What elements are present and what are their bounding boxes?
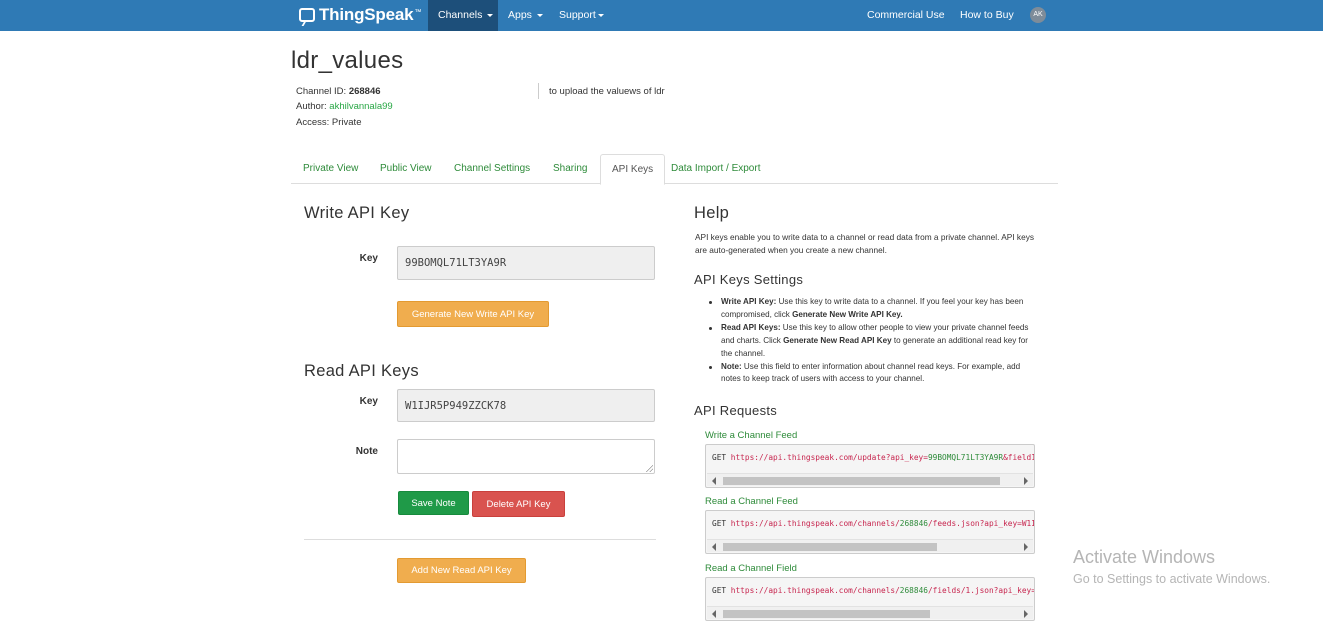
code-line: GET https://api.thingspeak.com/channels/…	[712, 586, 1035, 595]
read-api-key-field[interactable]: W1IJR5P949ZZCK78	[397, 389, 655, 422]
caret-down-icon	[597, 13, 604, 17]
scroll-right-arrow-icon[interactable]	[1024, 543, 1028, 551]
url-base: https://api.thingspeak.com/channels/	[730, 586, 900, 595]
bullet-bold: Generate New Read API Key	[783, 335, 892, 345]
channel-tabs: Private View Public View Channel Setting…	[291, 154, 1058, 185]
url-rest: /fields/1.json?api_key=W1IJR5P949ZZCK78&…	[927, 586, 1035, 595]
url-rest: /feeds.json?api_key=W1IJR5P949ZZCK78&res…	[927, 519, 1035, 528]
section-divider	[304, 539, 656, 540]
http-method: GET	[712, 453, 727, 462]
url-base: https://api.thingspeak.com/channels/	[730, 519, 900, 528]
access-label: Access:	[296, 117, 330, 128]
add-read-key-button[interactable]: Add New Read API Key	[397, 558, 526, 583]
url-highlight: 268846	[899, 519, 928, 528]
api-keys-settings-title: API Keys Settings	[694, 272, 804, 287]
request-label-read-feed: Read a Channel Feed	[705, 496, 798, 507]
bullet-term: Read API Keys:	[721, 322, 781, 332]
nav-channels[interactable]: Channels	[428, 0, 498, 31]
read-key-label: Key	[359, 396, 378, 407]
request-label-write-feed: Write a Channel Feed	[705, 430, 798, 441]
scroll-left-arrow-icon[interactable]	[712, 477, 716, 485]
nav-support[interactable]: Support	[549, 0, 614, 31]
scroll-right-arrow-icon[interactable]	[1024, 610, 1028, 618]
top-navbar: ThingSpeak ™ Channels Apps Support Comme…	[0, 0, 1323, 31]
note-textarea[interactable]	[397, 439, 655, 474]
bullet-text: Use this field to enter information abou…	[721, 361, 1021, 384]
help-bullets: Write API Key: Use this key to write dat…	[709, 296, 1041, 387]
read-api-keys-title: Read API Keys	[304, 362, 419, 380]
horizontal-scrollbar[interactable]	[707, 606, 1033, 619]
code-box-read-field[interactable]: GET https://api.thingspeak.com/channels/…	[705, 577, 1035, 621]
chat-bubble-icon	[299, 8, 315, 22]
tab-sharing[interactable]: Sharing	[542, 154, 598, 184]
nav-channels-label: Channels	[438, 9, 483, 21]
author-link[interactable]: akhilvannala99	[329, 101, 392, 112]
write-api-key-title: Write API Key	[304, 204, 410, 222]
brand-name: ThingSpeak	[319, 5, 414, 24]
bullet-term: Note:	[721, 361, 742, 371]
author-label: Author:	[296, 101, 327, 112]
scroll-left-arrow-icon[interactable]	[712, 543, 716, 551]
delete-api-key-button[interactable]: Delete API Key	[472, 491, 565, 517]
code-line: GET https://api.thingspeak.com/update?ap…	[712, 453, 1034, 462]
list-item: Note: Use this field to enter informatio…	[709, 361, 1041, 387]
list-item: Read API Keys: Use this key to allow oth…	[709, 322, 1041, 361]
url-highlight: 99BOMQL71LT3YA9R	[927, 453, 1004, 462]
channel-description: to upload the valuews of ldr	[549, 86, 665, 97]
tab-channel-settings[interactable]: Channel Settings	[443, 154, 541, 184]
scroll-thumb[interactable]	[723, 543, 937, 551]
activate-windows-subtitle: Go to Settings to activate Windows.	[1073, 572, 1271, 586]
caret-down-icon	[536, 13, 543, 17]
http-method: GET	[712, 586, 727, 595]
caret-down-icon	[487, 13, 494, 17]
http-method: GET	[712, 519, 727, 528]
save-note-button[interactable]: Save Note	[398, 491, 469, 515]
url-base: https://api.thingspeak.com/update?api_ke…	[730, 453, 928, 462]
scroll-thumb[interactable]	[723, 477, 1000, 485]
scroll-left-arrow-icon[interactable]	[712, 610, 716, 618]
activate-windows-title: Activate Windows	[1073, 547, 1216, 567]
write-key-label: Key	[359, 253, 378, 264]
resize-grip-icon[interactable]	[646, 465, 653, 472]
thingspeak-logo[interactable]: ThingSpeak ™	[299, 5, 421, 25]
help-title: Help	[694, 204, 730, 222]
list-item: Write API Key: Use this key to write dat…	[709, 296, 1041, 322]
tab-private-view[interactable]: Private View	[292, 154, 369, 184]
horizontal-scrollbar[interactable]	[707, 473, 1033, 486]
bullet-term: Write API Key:	[721, 297, 777, 306]
nav-how-to-buy[interactable]: How to Buy	[950, 0, 1024, 31]
scroll-right-arrow-icon[interactable]	[1024, 477, 1028, 485]
user-avatar[interactable]: AK	[1030, 7, 1046, 23]
url-highlight: 268846	[899, 586, 928, 595]
bullet-bold: Generate New Write API Key.	[792, 309, 903, 319]
request-label-read-field: Read a Channel Field	[705, 563, 797, 574]
description-divider	[538, 83, 539, 99]
brand-trademark: ™	[414, 8, 422, 16]
generate-write-key-button[interactable]: Generate New Write API Key	[397, 301, 549, 327]
horizontal-scrollbar[interactable]	[707, 539, 1033, 552]
access-value: Private	[331, 117, 362, 128]
code-box-read-feed[interactable]: GET https://api.thingspeak.com/channels/…	[705, 510, 1035, 554]
tab-public-view[interactable]: Public View	[369, 154, 443, 184]
note-label: Note	[355, 446, 378, 457]
code-box-write-feed[interactable]: GET https://api.thingspeak.com/update?ap…	[705, 444, 1035, 488]
code-line: GET https://api.thingspeak.com/channels/…	[712, 519, 1035, 528]
tab-data-import-export[interactable]: Data Import / Export	[660, 154, 771, 184]
tab-api-keys[interactable]: API Keys	[600, 154, 666, 185]
channel-id-label: Channel ID:	[296, 86, 347, 97]
page-title: ldr_values	[291, 47, 404, 74]
url-rest: &field1=0	[1003, 453, 1034, 462]
help-text: API keys enable you to write data to a c…	[695, 232, 1034, 255]
channel-author: Author: akhilvannala99	[296, 101, 393, 112]
nav-apps[interactable]: Apps	[498, 0, 553, 31]
nav-support-label: Support	[559, 9, 596, 21]
scroll-thumb[interactable]	[723, 610, 930, 618]
channel-access: Access: Private	[296, 117, 361, 128]
nav-commercial-use[interactable]: Commercial Use	[857, 0, 955, 31]
nav-apps-label: Apps	[508, 9, 532, 21]
channel-id-value: 268846	[348, 86, 381, 97]
api-requests-title: API Requests	[694, 403, 778, 418]
channel-id: Channel ID: 268846	[296, 86, 381, 97]
write-api-key-field[interactable]: 99BOMQL71LT3YA9R	[397, 246, 655, 280]
